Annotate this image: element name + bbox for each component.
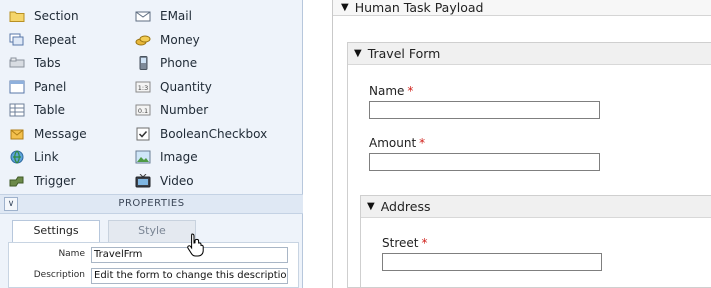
table-icon [8,102,26,118]
left-panel: Section Repeat Tabs Panel Table Message [0,0,303,288]
required-asterisk: * [419,136,426,150]
palette-item-section[interactable]: Section [8,5,79,27]
address-header[interactable]: ▼ Address [361,196,711,218]
required-asterisk: * [421,236,428,250]
amount-field-label: Amount * [369,136,426,150]
hand-cursor-icon [187,233,204,257]
palette-item-money[interactable]: Money [134,29,200,51]
street-input[interactable] [382,253,602,271]
property-row-description: Description Edit the form to change this… [9,266,298,286]
palette-item-message[interactable]: Message [8,123,87,145]
amount-input[interactable] [369,153,600,171]
palette-item-phone[interactable]: Phone [134,52,197,74]
palette-item-trigger[interactable]: Trigger [8,170,75,192]
name-input[interactable] [369,101,600,119]
palette-item-email[interactable]: EMail [134,5,192,27]
palette-item-number[interactable]: 0.1 Number [134,99,208,121]
travel-form-title: Travel Form [367,46,441,61]
svg-text:1:3: 1:3 [138,84,148,92]
message-icon [8,126,26,142]
email-icon [134,8,152,24]
palette-item-repeat[interactable]: Repeat [8,29,76,51]
collapse-triangle-icon[interactable]: ▼ [354,48,362,59]
property-row-name: Name TravelFrm [9,245,298,265]
palette-item-image[interactable]: Image [134,146,198,168]
collapse-triangle-icon[interactable]: ▼ [341,2,349,13]
name-label: Name [58,249,85,259]
link-icon [8,149,26,165]
number-icon: 0.1 [134,102,152,118]
properties-tabs: Settings Style [4,214,299,242]
name-field-label: Name * [369,84,414,98]
property-grid: Name TravelFrm Description Edit the form… [8,242,299,288]
tabs-icon [8,55,26,71]
palette-item-link[interactable]: Link [8,146,59,168]
collapse-triangle-icon[interactable]: ▼ [367,201,375,212]
phone-icon [134,55,152,71]
svg-text:0.1: 0.1 [138,107,148,115]
required-asterisk: * [407,84,414,98]
money-icon [134,32,152,48]
palette-item-panel[interactable]: Panel [8,76,66,98]
palette-item-video[interactable]: Video [134,170,194,192]
street-field-label: Street * [382,236,428,250]
properties-header: ∨ PROPERTIES [0,194,303,214]
description-field[interactable]: Edit the form to change this description… [91,268,288,284]
palette-item-quantity[interactable]: 1:3 Quantity [134,76,212,98]
folder-icon [8,8,26,24]
palette-item-booleancheckbox[interactable]: BooleanCheckbox [134,123,267,145]
panel-icon [8,79,26,95]
checkbox-icon [134,126,152,142]
address-title: Address [380,199,431,214]
address-section: ▼ Address Street * [360,195,711,288]
repeat-icon [8,32,26,48]
description-label: Description [33,270,85,280]
video-icon [134,173,152,189]
palette-item-table[interactable]: Table [8,99,65,121]
payload-title: Human Task Payload [354,0,484,15]
quantity-icon: 1:3 [134,79,152,95]
tab-style[interactable]: Style [108,220,196,242]
travel-form-header[interactable]: ▼ Travel Form [348,43,711,65]
palette-item-tabs[interactable]: Tabs [8,52,61,74]
payload-section-header[interactable]: ▼ Human Task Payload [333,0,711,16]
form-canvas: ▼ Human Task Payload ▼ Travel Form Name *… [332,0,711,288]
image-icon [134,149,152,165]
trigger-icon [8,173,26,189]
tab-settings[interactable]: Settings [12,220,100,242]
travel-form-section: ▼ Travel Form Name * Amount * ▼ Address St… [347,42,711,288]
properties-title: PROPERTIES [118,198,185,209]
